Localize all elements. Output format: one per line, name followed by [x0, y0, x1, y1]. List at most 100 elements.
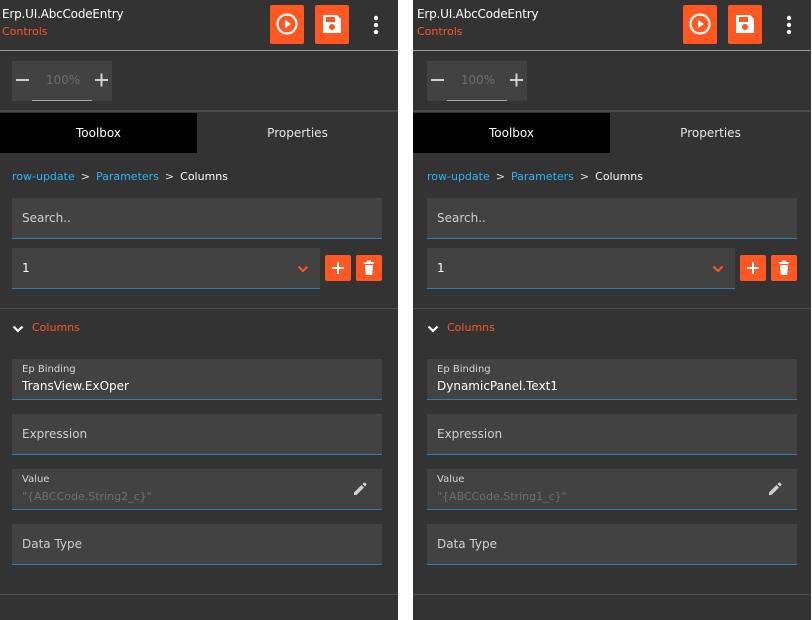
- delete-icon: [779, 260, 789, 275]
- ep-binding-field[interactable]: Ep Binding TransView.ExOper: [12, 359, 382, 400]
- breadcrumb-current: Columns: [595, 170, 643, 183]
- ep-binding-value: TransView.ExOper: [22, 379, 129, 393]
- zoom-divider: [413, 110, 811, 112]
- zoom-input[interactable]: 100%: [448, 73, 508, 87]
- save-button[interactable]: [315, 5, 349, 44]
- zoom-out-button[interactable]: [12, 69, 34, 91]
- ep-binding-label: Ep Binding: [22, 364, 76, 375]
- breadcrumb-parameters[interactable]: Parameters: [511, 170, 574, 183]
- breadcrumb-row-update[interactable]: row-update: [12, 170, 75, 183]
- tab-toolbox[interactable]: Toolbox: [413, 113, 610, 153]
- header-divider: [0, 50, 398, 51]
- data-type-label: Data Type: [22, 537, 83, 551]
- zoom-in-button[interactable]: [91, 69, 113, 91]
- tab-toolbox[interactable]: Toolbox: [0, 113, 197, 153]
- breadcrumb-parameters[interactable]: Parameters: [96, 170, 159, 183]
- zoom-out-button[interactable]: [427, 69, 449, 91]
- run-button[interactable]: [270, 5, 304, 44]
- delete-column-button[interactable]: [771, 255, 797, 281]
- save-icon: [736, 15, 754, 33]
- section-title: Columns: [447, 321, 495, 334]
- add-icon: [747, 262, 759, 274]
- save-button[interactable]: [728, 5, 762, 44]
- add-column-button[interactable]: [325, 255, 351, 281]
- column-select[interactable]: 1: [427, 248, 735, 289]
- breadcrumb-separator: >: [164, 170, 175, 183]
- value-label: Value: [437, 474, 465, 485]
- breadcrumb-separator: >: [579, 170, 590, 183]
- minus-icon: [431, 79, 444, 81]
- data-type-field[interactable]: Data Type: [427, 524, 797, 565]
- section-divider: [0, 308, 398, 309]
- more-menu-button[interactable]: [366, 13, 386, 37]
- zoom-input[interactable]: 100%: [33, 73, 93, 87]
- delete-icon: [364, 260, 374, 275]
- breadcrumb-separator: >: [495, 170, 505, 183]
- zoom-divider: [0, 110, 398, 112]
- minus-icon: [16, 79, 29, 81]
- data-type-field[interactable]: Data Type: [12, 524, 382, 565]
- app-subtitle: Controls: [2, 25, 48, 38]
- chevron-down-icon: [712, 265, 724, 273]
- add-icon: [332, 262, 344, 274]
- app-title: Erp.UI.AbcCodeEntry: [417, 7, 539, 21]
- zoom-underline: [32, 100, 92, 101]
- zoom-in-button[interactable]: [506, 69, 528, 91]
- expression-field[interactable]: Expression: [12, 414, 382, 455]
- chevron-down-icon: [297, 265, 309, 273]
- header-divider: [413, 50, 811, 51]
- expression-field[interactable]: Expression: [427, 414, 797, 455]
- expression-label: Expression: [437, 427, 503, 441]
- pencil-icon[interactable]: [352, 481, 368, 497]
- property-panel-right: Erp.UI.AbcCodeEntry Controls 100% Toolbo…: [413, 0, 811, 620]
- value-field[interactable]: Value "{ABCCode.String1_c}": [427, 469, 797, 510]
- bottom-divider: [413, 594, 811, 595]
- bottom-divider: [0, 594, 398, 595]
- section-divider: [413, 308, 811, 309]
- zoom-control: 100%: [12, 61, 112, 101]
- ep-binding-value: DynamicPanel.Text1: [437, 379, 559, 393]
- add-column-button[interactable]: [740, 255, 766, 281]
- more-vert-icon: [373, 15, 379, 35]
- breadcrumb: row-update > Parameters > Columns: [427, 170, 643, 183]
- column-select[interactable]: 1: [12, 248, 320, 289]
- value-field[interactable]: Value "{ABCCode.String2_c}": [12, 469, 382, 510]
- search-input[interactable]: Search..: [427, 198, 797, 239]
- pencil-icon[interactable]: [767, 481, 783, 497]
- plus-icon: [95, 73, 108, 87]
- section-title: Columns: [32, 321, 80, 334]
- run-button[interactable]: [683, 5, 717, 44]
- zoom-underline: [447, 100, 507, 101]
- breadcrumb-separator: >: [80, 170, 90, 183]
- search-placeholder: Search..: [437, 211, 486, 225]
- tab-properties[interactable]: Properties: [197, 113, 398, 153]
- more-menu-button[interactable]: [779, 13, 799, 37]
- value-label: Value: [22, 474, 50, 485]
- chevron-down-icon: [12, 325, 24, 333]
- expression-label: Expression: [22, 427, 88, 441]
- breadcrumb-row-update[interactable]: row-update: [427, 170, 490, 183]
- play-circle-icon: [689, 13, 711, 35]
- ep-binding-label: Ep Binding: [437, 364, 491, 375]
- app-title: Erp.UI.AbcCodeEntry: [2, 7, 124, 21]
- value-value: "{ABCCode.String1_c}": [437, 490, 567, 503]
- save-icon: [323, 15, 341, 33]
- delete-column-button[interactable]: [356, 255, 382, 281]
- breadcrumb: row-update > Parameters > Columns: [12, 170, 228, 183]
- search-placeholder: Search..: [22, 211, 71, 225]
- search-input[interactable]: Search..: [12, 198, 382, 239]
- panel-header: Erp.UI.AbcCodeEntry Controls: [0, 0, 398, 50]
- column-select-value: 1: [437, 261, 445, 275]
- app-subtitle: Controls: [417, 25, 463, 38]
- column-select-value: 1: [22, 261, 30, 275]
- ep-binding-field[interactable]: Ep Binding DynamicPanel.Text1: [427, 359, 797, 400]
- tab-properties[interactable]: Properties: [610, 113, 811, 153]
- value-value: "{ABCCode.String2_c}": [22, 490, 152, 503]
- plus-icon: [510, 73, 523, 87]
- more-vert-icon: [786, 15, 792, 35]
- play-circle-icon: [276, 13, 298, 35]
- panel-header: Erp.UI.AbcCodeEntry Controls: [413, 0, 811, 50]
- zoom-control: 100%: [427, 61, 527, 101]
- property-panel-left: Erp.UI.AbcCodeEntry Controls 100% Toolbo…: [0, 0, 398, 620]
- breadcrumb-current: Columns: [180, 170, 228, 183]
